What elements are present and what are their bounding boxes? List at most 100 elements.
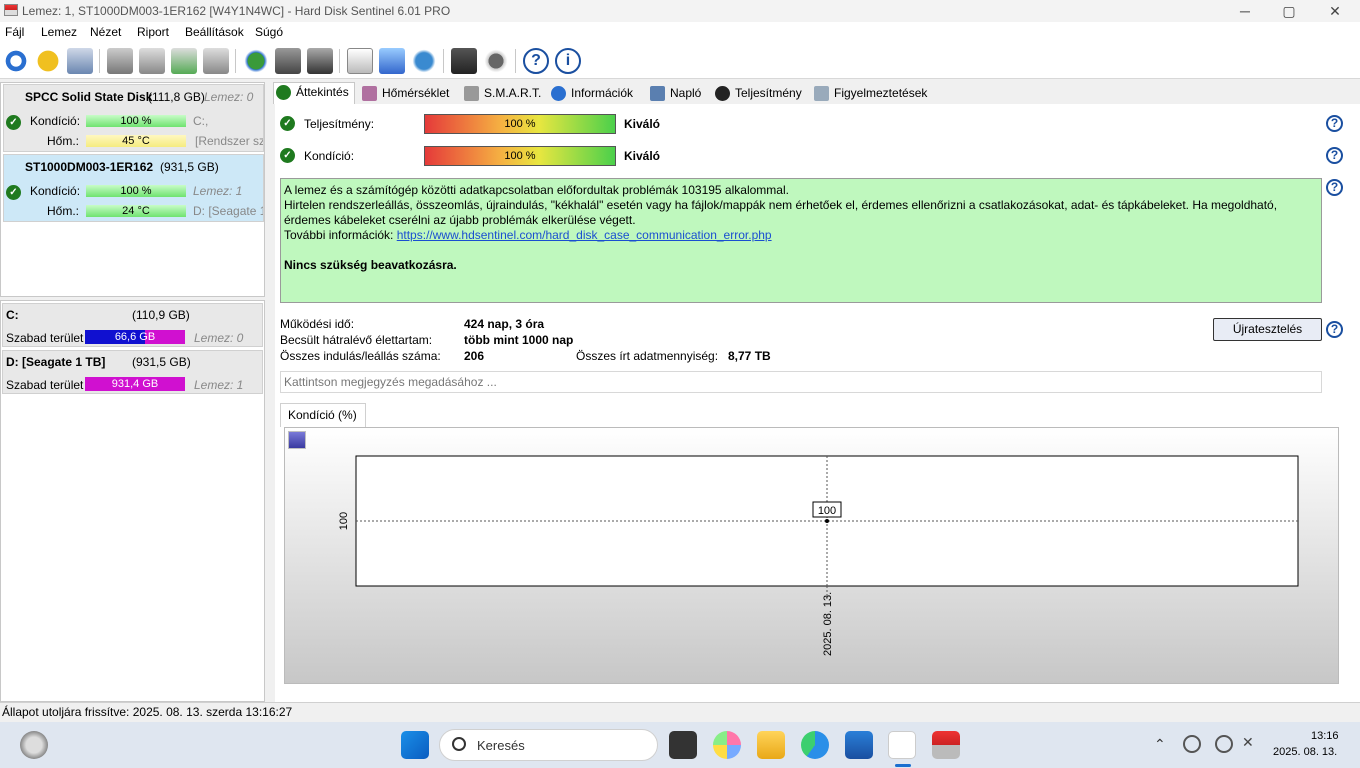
temp-side: D: [Seagate 1: [193, 204, 263, 218]
edge-icon[interactable]: [801, 731, 829, 759]
disk-name: ST1000DM003-1ER162: [25, 160, 154, 174]
volume-item-0[interactable]: C: (110,9 GB) Szabad terület 66,6 GB Lem…: [2, 303, 263, 347]
free-label: Szabad terület: [6, 378, 84, 392]
clock-date[interactable]: 2025. 08. 13.: [1273, 746, 1337, 758]
task-view-icon[interactable]: [669, 731, 697, 759]
toolbar: ? i: [0, 43, 1360, 79]
menu-settings[interactable]: Beállítások: [185, 25, 244, 39]
close-button[interactable]: ✕: [1312, 0, 1358, 22]
notes-field[interactable]: Kattintson megjegyzés megadásához ...: [280, 371, 1322, 393]
report-icon[interactable]: [347, 48, 373, 74]
chart-tab[interactable]: Kondíció (%): [280, 403, 366, 427]
tab-log[interactable]: Napló: [648, 84, 701, 104]
snipping-tool-icon[interactable]: [888, 731, 916, 759]
menu-report[interactable]: Riport: [137, 25, 169, 39]
cond-label: Kondíció:: [304, 149, 355, 163]
ok-check-icon: ✓: [280, 148, 295, 163]
copilot-icon[interactable]: [713, 731, 741, 759]
globe-icon[interactable]: [243, 48, 269, 74]
cond-bar: 100 %: [86, 185, 186, 197]
volume-size: (110,9 GB): [132, 308, 190, 322]
disk-item-0[interactable]: SPCC Solid State Disk (111,8 GB) Lemez: …: [3, 84, 264, 152]
uptime-label: Működési idő:: [280, 317, 355, 331]
widgets-icon[interactable]: [20, 731, 48, 759]
perf-label: Teljesítmény:: [304, 117, 375, 131]
clock-time[interactable]: 13:16: [1311, 730, 1339, 742]
menu-file[interactable]: Fájl: [5, 25, 24, 39]
volume-item-1[interactable]: D: [Seagate 1 TB] (931,5 GB) Szabad terü…: [2, 350, 263, 394]
msg-line: Hirtelen rendszerleállás, összeomlás, új…: [284, 198, 1278, 212]
warning-icon[interactable]: [35, 48, 61, 74]
file-explorer-icon[interactable]: [757, 731, 785, 759]
speaker-icon[interactable]: [483, 48, 509, 74]
tab-performance[interactable]: Teljesítmény: [713, 84, 802, 104]
search-icon: [452, 737, 466, 751]
starts-label: Összes indulás/leállás száma:: [280, 349, 441, 363]
app-icon: [4, 4, 18, 16]
disk-info-icon[interactable]: [67, 48, 93, 74]
store-icon[interactable]: [845, 731, 873, 759]
sync-icon[interactable]: [379, 48, 405, 74]
disk-search-icon[interactable]: [203, 48, 229, 74]
volume-list: C: (110,9 GB) Szabad terület 66,6 GB Lem…: [1, 302, 264, 397]
chevron-up-icon[interactable]: ⌃: [1154, 736, 1166, 753]
info-link[interactable]: https://www.hdsentinel.com/hard_disk_cas…: [397, 228, 772, 242]
cond-rating: Kiváló: [624, 149, 661, 163]
computer-icon[interactable]: [307, 48, 333, 74]
cond-label: Kondíció:: [30, 184, 81, 198]
search-placeholder: Keresés: [477, 738, 525, 753]
starts-value: 206: [464, 349, 485, 363]
hd-sentinel-taskbar-icon[interactable]: [932, 731, 960, 759]
menu-bar: Fájl Lemez Nézet Riport Beállítások Súgó: [0, 22, 1360, 43]
tab-alerts[interactable]: Figyelmeztetések: [812, 84, 927, 104]
menu-view[interactable]: Nézet: [90, 25, 121, 39]
status-message: A lemez és a számítógép közötti adatkapc…: [280, 178, 1322, 303]
condition-chart: 100 100 2025. 08. 13.: [284, 427, 1339, 684]
search-box[interactable]: Keresés: [439, 729, 658, 761]
cond-side: Lemez: 1: [193, 184, 243, 198]
refresh-icon[interactable]: [3, 48, 29, 74]
info-icon[interactable]: i: [555, 48, 581, 74]
disk-item-1[interactable]: ST1000DM003-1ER162 (931,5 GB) ✓ Kondíció…: [3, 154, 264, 222]
cond-bar: 100 %: [86, 115, 186, 127]
disk-check-icon[interactable]: [171, 48, 197, 74]
disk-test-icon[interactable]: [139, 48, 165, 74]
disk-tool-icon[interactable]: [107, 48, 133, 74]
msg-line: A lemez és a számítógép közötti adatkapc…: [284, 183, 789, 197]
help-icon[interactable]: ?: [1326, 147, 1343, 164]
chart-svg: 100 100 2025. 08. 13.: [338, 455, 1299, 656]
start-icon[interactable]: [401, 731, 429, 759]
menu-help[interactable]: Súgó: [255, 25, 283, 39]
perf-bar: 100 %: [424, 114, 616, 134]
network-icon[interactable]: [1215, 735, 1233, 753]
help-icon[interactable]: ?: [1326, 115, 1343, 132]
network-disk-icon[interactable]: [275, 48, 301, 74]
tab-info[interactable]: Információk: [549, 84, 633, 104]
free-bar: 66,6 GB: [85, 330, 185, 344]
free-bar: 931,4 GB: [85, 377, 185, 391]
tab-overview[interactable]: Áttekintés: [273, 82, 355, 104]
msg-line: Nincs szükség beavatkozásra.: [284, 258, 457, 272]
life-value: több mint 1000 nap: [464, 333, 574, 347]
minimize-button[interactable]: ─: [1222, 0, 1268, 22]
tab-smart[interactable]: S.M.A.R.T.: [462, 84, 541, 104]
temp-label: Hőm.:: [47, 134, 80, 148]
temp-side: [Rendszer szá: [195, 134, 263, 148]
help-icon[interactable]: ?: [1326, 321, 1343, 338]
ok-check-icon: ✓: [280, 116, 295, 131]
cond-label: Kondíció:: [30, 114, 81, 128]
monitor-icon[interactable]: [451, 48, 477, 74]
volume-muted-icon[interactable]: ✕: [1242, 734, 1254, 751]
menu-disk[interactable]: Lemez: [41, 25, 77, 39]
volume-name: D: [Seagate 1 TB]: [6, 355, 106, 369]
sync-tray-icon[interactable]: [1183, 735, 1201, 753]
title-bar: Lemez: 1, ST1000DM003-1ER162 [W4Y1N4WC] …: [0, 0, 1360, 22]
help-icon[interactable]: ?: [523, 48, 549, 74]
data-point: [825, 519, 829, 523]
temp-bar: 24 °C: [86, 205, 186, 217]
tab-temperature[interactable]: Hőmérséklet: [360, 84, 449, 104]
help-icon[interactable]: ?: [1326, 179, 1343, 196]
web-icon[interactable]: [411, 48, 437, 74]
maximize-button[interactable]: ▢: [1266, 0, 1312, 22]
retest-button[interactable]: Újratesztelés: [1213, 318, 1322, 341]
